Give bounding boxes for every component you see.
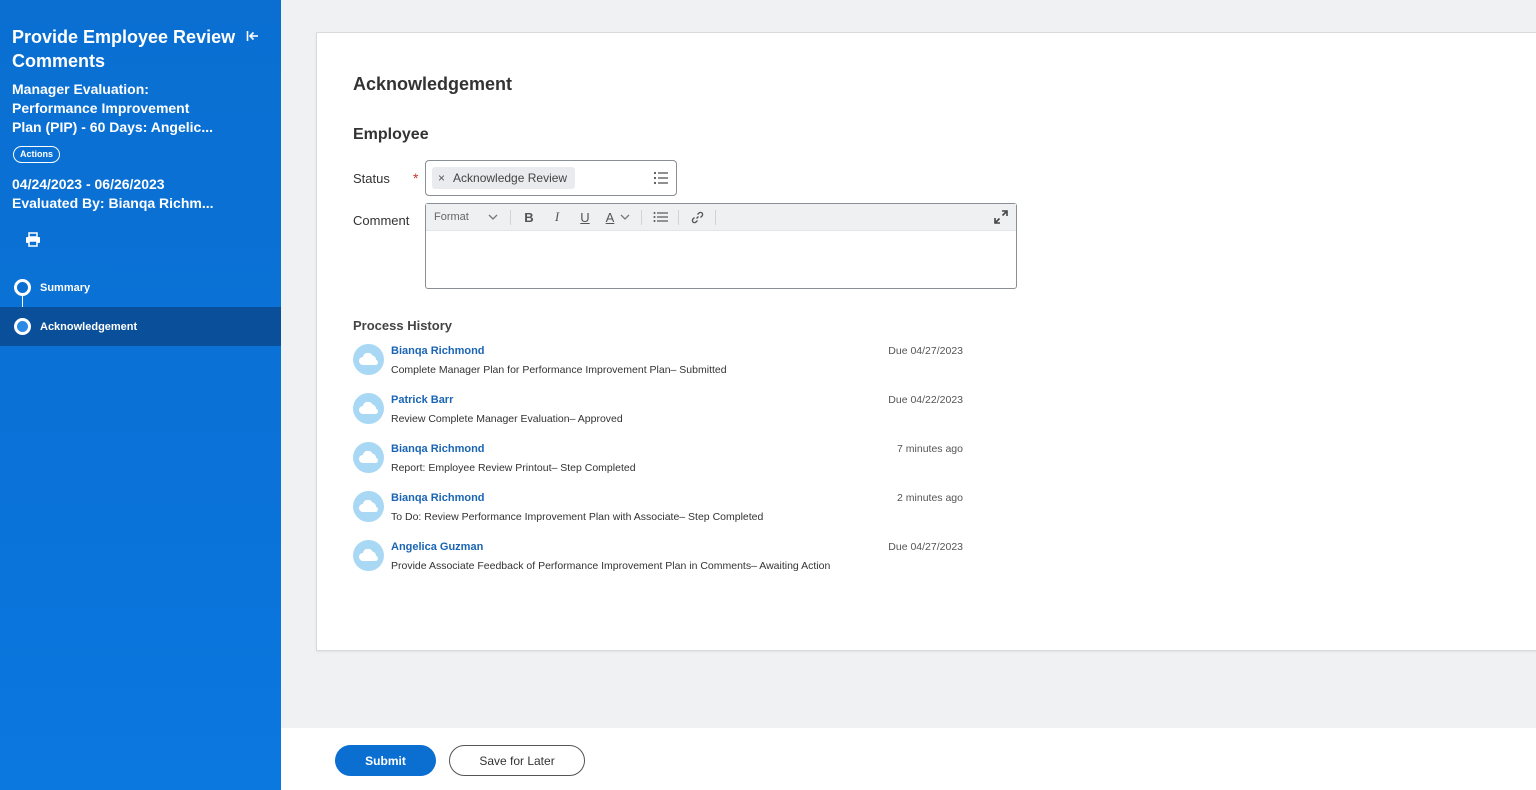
history-description: Review Complete Manager Evaluation– Appr… bbox=[391, 413, 623, 425]
print-button[interactable] bbox=[22, 229, 44, 249]
page-title: Acknowledgement bbox=[353, 74, 513, 94]
process-history-title: Process History bbox=[353, 318, 452, 333]
text-color-label: A bbox=[605, 209, 615, 225]
process-history-list: Bianqa Richmond Complete Manager Plan fo… bbox=[353, 342, 965, 587]
history-time: 7 minutes ago bbox=[897, 443, 963, 455]
remove-chip-icon[interactable]: × bbox=[438, 171, 445, 185]
task-subtitle: Manager Evaluation: Performance Improvem… bbox=[12, 81, 213, 135]
section-title: Employee bbox=[353, 126, 429, 143]
footer-bar: Submit Save for Later bbox=[281, 728, 1536, 790]
insert-link-button[interactable] bbox=[683, 204, 711, 231]
status-input[interactable]: × Acknowledge Review bbox=[425, 160, 677, 196]
printer-icon bbox=[26, 231, 40, 247]
step-indicator-icon bbox=[14, 318, 31, 335]
cloud-icon bbox=[358, 402, 378, 414]
step-acknowledgement[interactable]: Acknowledgement bbox=[0, 307, 281, 346]
history-description: Complete Manager Plan for Performance Im… bbox=[391, 364, 727, 376]
list-prompt-icon[interactable] bbox=[653, 170, 669, 186]
bulleted-list-button[interactable] bbox=[646, 204, 674, 231]
status-chip[interactable]: × Acknowledge Review bbox=[432, 167, 576, 189]
history-time: Due 04/22/2023 bbox=[888, 394, 963, 406]
history-item: Bianqa Richmond Report: Employee Review … bbox=[353, 440, 965, 489]
toolbar-divider bbox=[715, 209, 716, 225]
step-label: Acknowledgement bbox=[40, 320, 138, 333]
history-item: Bianqa Richmond To Do: Review Performanc… bbox=[353, 489, 965, 538]
comment-textarea[interactable] bbox=[426, 231, 1016, 288]
history-person-link[interactable]: Bianqa Richmond bbox=[391, 345, 485, 357]
collapse-left-icon bbox=[246, 31, 258, 41]
cloud-icon bbox=[358, 549, 378, 561]
history-person-link[interactable]: Bianqa Richmond bbox=[391, 492, 485, 504]
history-item: Angelica Guzman Provide Associate Feedba… bbox=[353, 538, 965, 587]
avatar bbox=[353, 540, 384, 571]
toolbar-divider bbox=[641, 209, 642, 225]
history-item: Bianqa Richmond Complete Manager Plan fo… bbox=[353, 342, 965, 391]
actions-button[interactable]: Actions bbox=[13, 146, 61, 163]
cloud-icon bbox=[358, 353, 378, 365]
step-summary[interactable]: Summary bbox=[0, 268, 281, 307]
sidebar: Provide Employee Review Comments Manager… bbox=[0, 0, 281, 790]
submit-button[interactable]: Submit bbox=[335, 745, 436, 776]
step-list: Summary Acknowledgement bbox=[0, 268, 281, 346]
bold-button[interactable]: B bbox=[515, 204, 543, 231]
history-time: Due 04/27/2023 bbox=[888, 345, 963, 357]
link-icon bbox=[691, 211, 703, 223]
expand-icon[interactable] bbox=[994, 210, 1008, 224]
italic-button[interactable]: I bbox=[543, 204, 571, 231]
task-title: Provide Employee Review Comments bbox=[12, 27, 236, 71]
chevron-down-icon bbox=[620, 214, 630, 220]
history-description: Report: Employee Review Printout– Step C… bbox=[391, 462, 636, 474]
history-description: To Do: Review Performance Improvement Pl… bbox=[391, 511, 764, 523]
chevron-down-icon bbox=[488, 214, 498, 220]
editor-toolbar: Format B I U A bbox=[426, 204, 1016, 231]
save-for-later-button[interactable]: Save for Later bbox=[449, 745, 585, 776]
date-range: 04/24/2023 - 06/26/2023 bbox=[12, 176, 165, 192]
avatar bbox=[353, 491, 384, 522]
history-person-link[interactable]: Angelica Guzman bbox=[391, 541, 483, 553]
avatar bbox=[353, 393, 384, 424]
history-description: Provide Associate Feedback of Performanc… bbox=[391, 560, 831, 572]
history-item: Patrick Barr Review Complete Manager Eva… bbox=[353, 391, 965, 440]
evaluation-info: 04/24/2023 - 06/26/2023 Evaluated By: Bi… bbox=[12, 175, 262, 213]
format-dropdown[interactable]: Format bbox=[426, 204, 506, 231]
bulleted-list-icon bbox=[653, 212, 668, 222]
text-color-button[interactable]: A bbox=[599, 204, 637, 231]
comment-label: Comment bbox=[353, 213, 410, 228]
history-time: Due 04/27/2023 bbox=[888, 541, 963, 553]
history-person-link[interactable]: Patrick Barr bbox=[391, 394, 453, 406]
avatar bbox=[353, 344, 384, 375]
avatar bbox=[353, 442, 384, 473]
underline-button[interactable]: U bbox=[571, 204, 599, 231]
step-indicator-icon bbox=[14, 279, 31, 296]
history-person-link[interactable]: Bianqa Richmond bbox=[391, 443, 485, 455]
history-time: 2 minutes ago bbox=[897, 492, 963, 504]
collapse-sidebar-button[interactable] bbox=[240, 24, 264, 48]
comment-editor: Format B I U A bbox=[425, 203, 1017, 289]
toolbar-divider bbox=[678, 209, 679, 225]
main-card: Acknowledgement Employee Status * × Ackn… bbox=[316, 32, 1536, 651]
evaluated-by: Evaluated By: Bianqa Richm... bbox=[12, 195, 214, 211]
format-label: Format bbox=[434, 211, 469, 223]
status-chip-label: Acknowledge Review bbox=[453, 171, 568, 185]
status-label: Status bbox=[353, 171, 390, 186]
toolbar-divider bbox=[510, 209, 511, 225]
required-mark: * bbox=[413, 170, 419, 186]
cloud-icon bbox=[358, 451, 378, 463]
step-label: Summary bbox=[40, 281, 91, 294]
cloud-icon bbox=[358, 500, 378, 512]
